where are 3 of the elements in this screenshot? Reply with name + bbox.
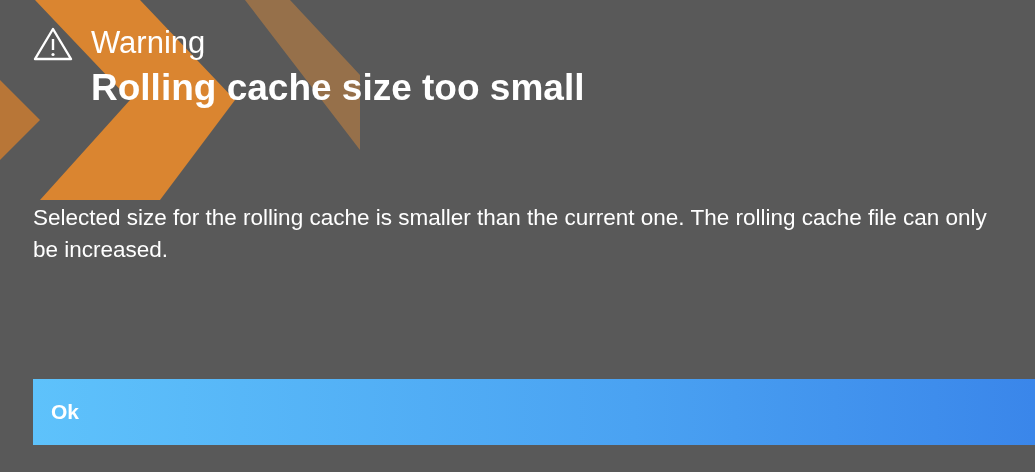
ok-button[interactable]: Ok [33, 379, 1035, 445]
message-text: Selected size for the rolling cache is smaller than the current one. The rolling cache file can only be increased. [33, 204, 988, 264]
warning-icon [33, 27, 73, 61]
